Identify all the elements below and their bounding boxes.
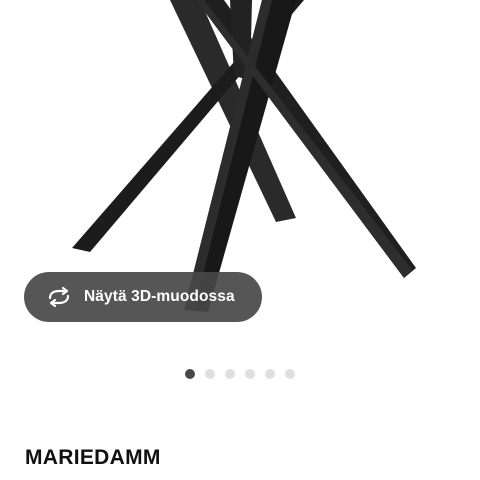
carousel-dot[interactable] xyxy=(225,369,235,379)
table-legs-image xyxy=(72,0,416,312)
rotate-3d-icon xyxy=(48,286,70,308)
carousel-dot[interactable] xyxy=(245,369,255,379)
carousel-dot[interactable] xyxy=(185,369,195,379)
carousel-dots xyxy=(0,369,480,379)
view-3d-button[interactable]: Näytä 3D-muodossa xyxy=(24,272,262,322)
carousel-dot[interactable] xyxy=(265,369,275,379)
view-3d-label: Näytä 3D-muodossa xyxy=(84,288,235,305)
product-name: MARIEDAMM xyxy=(25,446,161,469)
carousel-dot[interactable] xyxy=(205,369,215,379)
carousel-dot[interactable] xyxy=(285,369,295,379)
